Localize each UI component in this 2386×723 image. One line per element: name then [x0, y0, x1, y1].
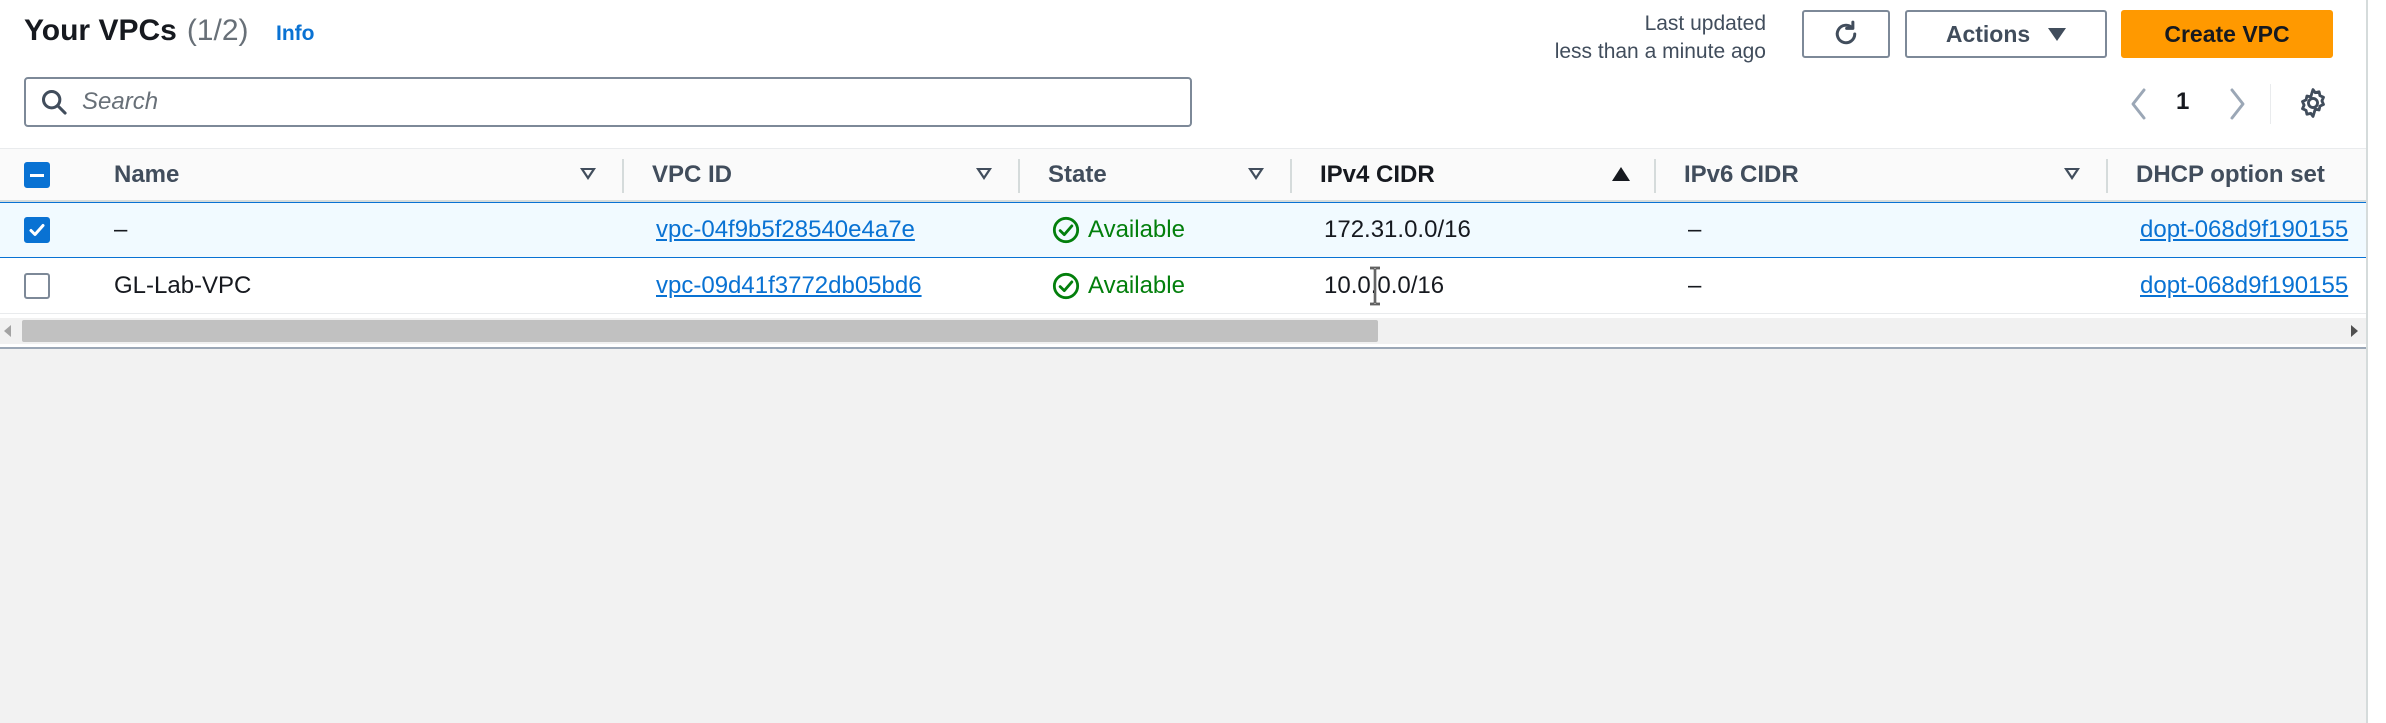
sort-indicator-icon[interactable] [2064, 168, 2080, 180]
scroll-right-arrow-icon[interactable] [2351, 325, 2358, 337]
gear-icon [2301, 88, 2325, 118]
cell-ipv4-cidr: 172.31.0.0/16 [1324, 216, 1471, 243]
state-label: Available [1088, 271, 1185, 299]
state-label: Available [1088, 216, 1185, 243]
selection-count: (1/2) [186, 14, 249, 47]
column-resizer[interactable] [622, 159, 624, 193]
column-header-ipv6-cidr[interactable]: IPv6 CIDR [1684, 149, 1799, 200]
sort-indicator-icon[interactable] [580, 168, 596, 180]
chevron-right-icon [2230, 88, 2245, 120]
cell-ipv6-cidr: – [1688, 216, 1702, 243]
status-available-icon [1052, 216, 1080, 244]
vpc-id-link[interactable]: vpc-09d41f3772db05bd6 [656, 258, 922, 313]
dhcp-option-set-link[interactable]: dopt-068d9f190155 [2140, 258, 2348, 313]
table-row[interactable]: – vpc-04f9b5f28540e4a7e Available 172.31… [0, 202, 2366, 258]
next-page-button[interactable] [2226, 86, 2248, 127]
column-resizer[interactable] [2106, 159, 2108, 193]
column-resizer[interactable] [1654, 159, 1656, 193]
refresh-icon [1831, 19, 1861, 49]
row-checkbox[interactable] [24, 217, 50, 243]
vpc-list-panel: Your VPCs (1/2) Info Last updated less t… [0, 0, 2366, 349]
last-updated-label: Last updated [1644, 12, 1766, 35]
pager-divider [2270, 84, 2271, 124]
info-link[interactable]: Info [276, 22, 314, 46]
column-resizer[interactable] [1018, 159, 1020, 193]
sort-indicator-icon[interactable] [976, 168, 992, 180]
column-header-vpc-id[interactable]: VPC ID [652, 149, 732, 200]
cell-state: Available [1052, 203, 1185, 257]
sort-ascending-icon[interactable] [1612, 167, 1630, 181]
page-title-text: Your VPCs [24, 14, 177, 47]
caret-down-icon [2048, 27, 2067, 41]
vpc-table: Name VPC ID State IPv4 CIDR IPv6 CIDR DH… [0, 148, 2366, 314]
page-title: Your VPCs (1/2) [24, 14, 249, 48]
create-vpc-label: Create VPC [2164, 20, 2290, 47]
table-header: Name VPC ID State IPv4 CIDR IPv6 CIDR DH… [0, 148, 2366, 202]
scroll-left-arrow-icon[interactable] [4, 325, 11, 337]
refresh-button[interactable] [1802, 10, 1890, 58]
cell-name: GL-Lab-VPC [114, 271, 252, 299]
cell-name: – [114, 216, 128, 243]
column-header-dhcp-option-set[interactable]: DHCP option set [2136, 149, 2325, 200]
dhcp-option-set-link[interactable]: dopt-068d9f190155 [2140, 203, 2348, 257]
search-icon [40, 88, 68, 116]
horizontal-scrollbar[interactable] [0, 318, 2366, 344]
column-resizer[interactable] [1290, 159, 1292, 193]
actions-dropdown-button[interactable]: Actions [1905, 10, 2107, 58]
column-header-name[interactable]: Name [114, 149, 179, 200]
text-cursor-icon [1368, 266, 1382, 311]
last-updated: Last updated less than a minute ago [1506, 10, 1766, 66]
right-edge-strip [2366, 0, 2386, 723]
previous-page-button[interactable] [2128, 86, 2150, 127]
vpc-id-link[interactable]: vpc-04f9b5f28540e4a7e [656, 203, 915, 257]
table-row[interactable]: GL-Lab-VPC vpc-09d41f3772db05bd6 Availab… [0, 258, 2366, 314]
row-checkbox[interactable] [24, 272, 50, 299]
column-header-state[interactable]: State [1048, 149, 1107, 200]
checkmark-icon [29, 224, 45, 236]
search-input[interactable] [82, 88, 1162, 116]
create-vpc-button[interactable]: Create VPC [2121, 10, 2333, 58]
current-page-number[interactable]: 1 [2176, 88, 2189, 116]
cell-ipv6-cidr: – [1688, 271, 1702, 299]
actions-label: Actions [1945, 20, 2031, 47]
scrollbar-thumb[interactable] [22, 320, 1378, 342]
cell-ipv4-cidr: 10.0.0.0/16 [1324, 271, 1445, 299]
cell-state: Available [1052, 258, 1185, 313]
search-box[interactable] [24, 77, 1192, 127]
status-available-icon [1052, 272, 1080, 299]
select-all-checkbox[interactable] [24, 161, 50, 188]
chevron-left-icon [2131, 88, 2146, 120]
sort-indicator-icon[interactable] [1248, 168, 1264, 180]
column-header-ipv4-cidr[interactable]: IPv4 CIDR [1320, 149, 1435, 200]
preferences-button[interactable] [2296, 86, 2330, 125]
last-updated-value: less than a minute ago [1554, 40, 1766, 63]
